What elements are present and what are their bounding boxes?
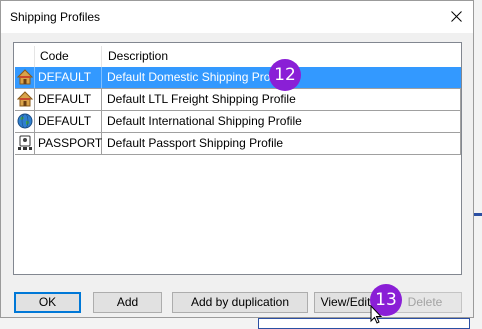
ok-button[interactable]: OK bbox=[14, 292, 81, 313]
globe-icon bbox=[17, 113, 33, 129]
row-description: Default LTL Freight Shipping Profile bbox=[107, 92, 296, 106]
table-row[interactable]: DEFAULT Default Domestic Shipping Profil… bbox=[15, 67, 461, 89]
row-description: Default Passport Shipping Profile bbox=[107, 136, 284, 150]
column-header-code[interactable]: Code bbox=[35, 46, 102, 67]
background-window-field bbox=[258, 318, 470, 329]
table-row[interactable]: PASSPORT Default Passport Shipping Profi… bbox=[15, 133, 461, 155]
house-icon bbox=[17, 91, 33, 107]
add-button[interactable]: Add bbox=[93, 292, 162, 313]
mouse-cursor-icon bbox=[370, 305, 382, 324]
background-window-accent bbox=[474, 213, 482, 216]
background-window-edge bbox=[473, 0, 482, 329]
row-code: DEFAULT bbox=[35, 67, 102, 88]
table-row[interactable]: DEFAULT Default LTL Freight Shipping Pro… bbox=[15, 89, 461, 111]
column-header-icon[interactable] bbox=[15, 46, 35, 67]
row-code: PASSPORT bbox=[35, 133, 102, 154]
passport-icon bbox=[18, 135, 32, 150]
row-description: Default International Shipping Profile bbox=[107, 114, 302, 128]
house-icon bbox=[17, 69, 33, 85]
list-header: Code Description bbox=[15, 46, 461, 67]
dialog-title: Shipping Profiles bbox=[10, 10, 101, 24]
dialog-titlebar: Shipping Profiles bbox=[1, 1, 473, 33]
table-row[interactable]: DEFAULT Default International Shipping P… bbox=[15, 111, 461, 133]
row-code: DEFAULT bbox=[35, 89, 102, 110]
close-icon bbox=[451, 11, 462, 22]
add-by-duplication-button[interactable]: Add by duplication bbox=[172, 292, 308, 313]
step-badge: 12 bbox=[269, 59, 301, 91]
shipping-profiles-dialog: Shipping Profiles Code Description DEFAU… bbox=[0, 0, 474, 324]
row-code: DEFAULT bbox=[35, 111, 102, 132]
shipping-profiles-list[interactable]: Code Description DEFAULT Default Domesti… bbox=[13, 42, 462, 275]
close-button[interactable] bbox=[441, 1, 473, 33]
view-edit-button[interactable]: View/Edit bbox=[314, 292, 377, 313]
